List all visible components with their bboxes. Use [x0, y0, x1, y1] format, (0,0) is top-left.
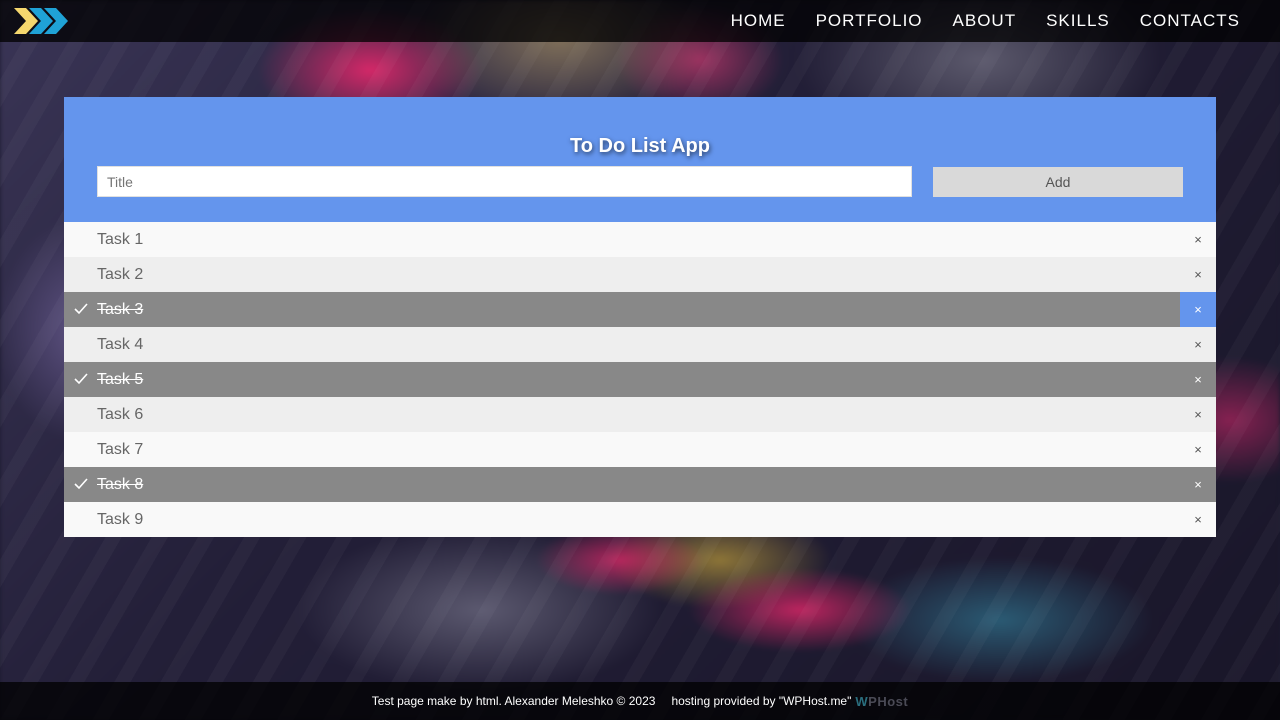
- nav-skills[interactable]: SKILLS: [1046, 11, 1110, 31]
- delete-task-button[interactable]: ×: [1180, 397, 1216, 432]
- delete-task-button[interactable]: ×: [1180, 432, 1216, 467]
- task-label: Task 1: [97, 230, 144, 248]
- nav-home[interactable]: HOME: [731, 11, 786, 31]
- delete-task-button[interactable]: ×: [1180, 362, 1216, 397]
- wphost-logo[interactable]: WPHost: [855, 694, 908, 709]
- check-icon: [74, 373, 88, 385]
- delete-task-button[interactable]: ×: [1180, 502, 1216, 537]
- task-label: Task 2: [97, 265, 144, 283]
- task-item[interactable]: Task 7 ×: [64, 432, 1216, 467]
- main-nav: HOME PORTFOLIO ABOUT SKILLS CONTACTS: [731, 0, 1240, 42]
- task-label: Task 3: [97, 300, 144, 318]
- nav-about[interactable]: ABOUT: [953, 11, 1017, 31]
- todo-header: To Do List App Add: [64, 97, 1216, 222]
- task-label: Task 7: [97, 440, 144, 458]
- task-item[interactable]: Task 4 ×: [64, 327, 1216, 362]
- delete-task-button[interactable]: ×: [1180, 257, 1216, 292]
- task-item[interactable]: Task 6 ×: [64, 397, 1216, 432]
- task-label: Task 9: [97, 510, 144, 528]
- hosting-credit: hosting provided by "WPHost.me" WPHost: [671, 694, 908, 709]
- delete-task-button[interactable]: ×: [1180, 467, 1216, 502]
- nav-portfolio[interactable]: PORTFOLIO: [816, 11, 923, 31]
- task-title-input[interactable]: [97, 166, 912, 197]
- task-item[interactable]: Task 8 ×: [64, 467, 1216, 502]
- task-list: Task 1 × Task 2 × Task 3 × Task 4 × Task 5 × Task …: [64, 222, 1216, 537]
- todo-app: To Do List App Add Task 1 × Task 2 × Task 3 ×…: [64, 97, 1216, 537]
- delete-task-button[interactable]: ×: [1180, 327, 1216, 362]
- add-button[interactable]: Add: [933, 167, 1183, 197]
- logo-chevrons-icon[interactable]: [12, 6, 70, 36]
- task-label: Task 4: [97, 335, 144, 353]
- task-label: Task 6: [97, 405, 144, 423]
- nav-contacts[interactable]: CONTACTS: [1140, 11, 1240, 31]
- site-header: HOME PORTFOLIO ABOUT SKILLS CONTACTS: [0, 0, 1280, 42]
- footer-credit: Test page make by html. Alexander Melesh…: [371, 694, 656, 708]
- app-title: To Do List App: [570, 135, 710, 157]
- check-icon: [74, 478, 88, 490]
- task-item[interactable]: Task 3 ×: [64, 292, 1216, 327]
- task-item[interactable]: Task 5 ×: [64, 362, 1216, 397]
- site-footer: Test page make by html. Alexander Melesh…: [0, 682, 1280, 720]
- task-label: Task 8: [97, 475, 144, 493]
- task-item[interactable]: Task 2 ×: [64, 257, 1216, 292]
- delete-task-button[interactable]: ×: [1180, 292, 1216, 327]
- hosting-text: hosting provided by "WPHost.me": [671, 694, 852, 708]
- task-label: Task 5: [97, 370, 144, 388]
- task-item[interactable]: Task 1 ×: [64, 222, 1216, 257]
- task-item[interactable]: Task 9 ×: [64, 502, 1216, 537]
- check-icon: [74, 303, 88, 315]
- delete-task-button[interactable]: ×: [1180, 222, 1216, 257]
